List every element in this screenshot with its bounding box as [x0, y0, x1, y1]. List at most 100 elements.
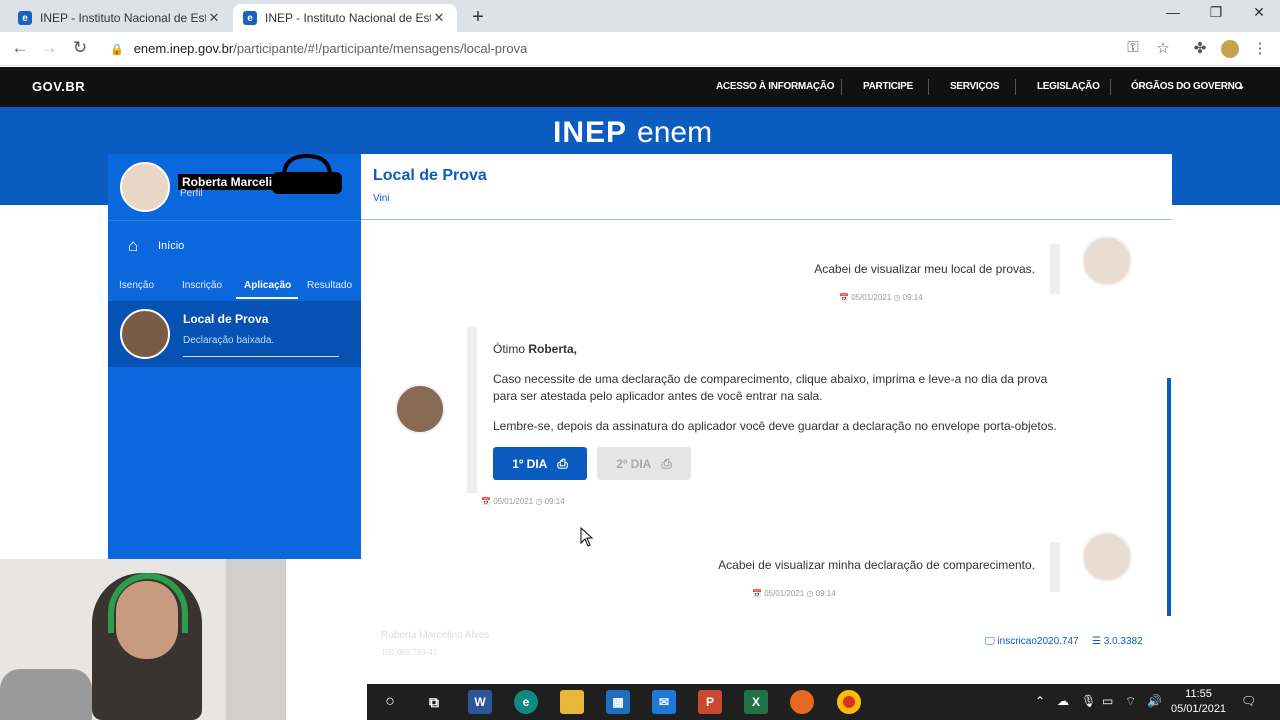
profile-avatar-icon[interactable]: [1221, 40, 1239, 58]
menu-icon[interactable]: ⋮: [1250, 39, 1270, 57]
tab-resultado[interactable]: Resultado: [307, 280, 352, 291]
gov-nav-participe[interactable]: PARTICIPE: [863, 81, 913, 92]
govbr-logo[interactable]: GOV.BR: [32, 79, 85, 94]
footer-inscricao: 🖵 inscricao2020.747: [985, 636, 1079, 647]
back-icon[interactable]: ←: [9, 38, 31, 58]
home-icon[interactable]: ⌂: [128, 236, 138, 256]
sidebar: Roberta Marcelino Alves Perfil ⌂ Início …: [108, 154, 361, 559]
item-subtitle: Declaração baixada.: [183, 335, 275, 346]
inep-logo-text: INEP: [553, 116, 628, 149]
gov-nav-divider: [841, 79, 842, 95]
user-avatar: [1082, 532, 1132, 582]
address-bar-row: ← → ↻ 🔒 enem.inep.gov.br/participante/#!/…: [0, 32, 1280, 66]
inscricao-text: inscricao2020.747: [997, 636, 1079, 647]
taskbar-clock[interactable]: 11:55 05/01/2021: [1171, 687, 1226, 717]
restore-icon[interactable]: ❐: [1201, 4, 1231, 21]
profile-avatar[interactable]: [120, 162, 170, 212]
profile-role: Perfil: [180, 188, 203, 199]
battery-icon[interactable]: ▭: [1102, 694, 1113, 708]
greeting-text: Ótimo: [493, 342, 529, 356]
assistant-avatar: [395, 384, 445, 434]
url-host: enem.inep.gov.br: [133, 41, 234, 56]
message-timestamp: 📅 05/01/2021 ◷ 09:14: [752, 589, 836, 598]
close-tab-icon[interactable]: ✕: [206, 10, 222, 26]
scrollbar[interactable]: [1167, 378, 1171, 616]
button-label: 1º DIA: [512, 456, 548, 471]
scribble-redaction: [272, 154, 342, 194]
webcam-background: [226, 559, 286, 720]
gov-nav-divider: [1110, 79, 1111, 95]
gov-nav-divider: [928, 79, 929, 95]
item-title: Local de Prova: [183, 312, 269, 326]
tab-aplicacao[interactable]: Aplicação: [244, 280, 291, 291]
volume-icon[interactable]: 🔊: [1147, 694, 1162, 708]
browser-tab[interactable]: e INEP - Instituto Nacional de Estu ✕: [8, 4, 232, 32]
task-view-icon[interactable]: ⧉: [422, 690, 446, 714]
tab-isencao[interactable]: Isenção: [119, 280, 154, 291]
notifications-icon[interactable]: 🗨: [1241, 694, 1256, 708]
url-field[interactable]: 🔒 enem.inep.gov.br/participante/#!/partic…: [110, 41, 527, 56]
tray-chevron-icon[interactable]: ⌃: [1035, 694, 1045, 708]
wifi-icon[interactable]: ⌔: [1125, 694, 1136, 709]
close-tab-icon[interactable]: ✕: [431, 10, 447, 26]
bot-paragraph: Lembre-se, depois da assinatura do aplic…: [493, 419, 1057, 433]
close-window-icon[interactable]: ✕: [1244, 4, 1274, 21]
gov-nav-legislacao[interactable]: LEGISLAÇÃO: [1037, 81, 1100, 92]
new-tab-icon[interactable]: +: [468, 6, 488, 29]
message-time: 09:14: [544, 497, 565, 506]
extensions-icon[interactable]: ✤: [1190, 39, 1210, 57]
store-icon[interactable]: ▦: [606, 690, 630, 714]
mail-icon[interactable]: ✉: [652, 690, 676, 714]
tab-title: INEP - Instituto Nacional de Estu: [40, 11, 206, 25]
file-explorer-icon[interactable]: [560, 690, 584, 714]
header-divider: [361, 219, 1172, 220]
browser-tab-active[interactable]: e INEP - Instituto Nacional de Estu ✕: [233, 4, 457, 32]
message-date: 05/01/2021: [851, 293, 892, 302]
key-icon[interactable]: ⚿: [1123, 39, 1143, 56]
greeting-name: Roberta,: [528, 342, 578, 356]
reload-icon[interactable]: ↻: [69, 38, 91, 58]
browser-tabbar: e INEP - Instituto Nacional de Estu ✕ e …: [0, 0, 1280, 32]
mouse-cursor-icon: [580, 527, 594, 547]
bot-paragraph: Caso necessite de uma declaração de comp…: [493, 372, 1048, 403]
print-day1-button[interactable]: 1º DIA ⎙: [493, 447, 587, 480]
clock-date: 05/01/2021: [1171, 703, 1227, 715]
user-message: Acabei de visualizar minha declaração de…: [718, 558, 1035, 572]
print-day2-button[interactable]: 2º DIA ⎙: [597, 447, 691, 480]
microphone-icon[interactable]: 🎙: [1081, 694, 1096, 708]
webcam-background: [0, 669, 92, 720]
gov-nav-divider: [1015, 79, 1016, 95]
star-icon[interactable]: ☆: [1153, 39, 1173, 57]
url-path: /participante/#!/participante/mensagens/…: [233, 41, 528, 56]
firefox-icon[interactable]: [790, 690, 814, 714]
tab-inscricao[interactable]: Inscrição: [182, 280, 222, 291]
gov-nav-orgaos[interactable]: ÓRGÃOS DO GOVERNO: [1131, 81, 1242, 92]
printer-icon: ⎙: [661, 455, 672, 471]
message-bubble-edge: [1050, 542, 1060, 592]
search-icon[interactable]: ○: [378, 690, 402, 714]
bot-greeting: Ótimo Roberta,: [493, 341, 1063, 358]
item-divider: [183, 356, 339, 357]
inep-favicon-icon: e: [18, 11, 32, 25]
sidebar-item-local-prova[interactable]: Local de Prova Declaração baixada.: [108, 301, 361, 367]
enem-logo-text: enem: [637, 116, 713, 149]
chevron-down-icon[interactable]: ⌄: [1237, 81, 1245, 92]
inep-enem-logo: INEP enem: [553, 116, 712, 150]
gov-nav-acesso[interactable]: ACESSO À INFORMAÇÃO: [716, 81, 835, 92]
gov-nav-servicos[interactable]: SERVIÇOS: [950, 81, 999, 92]
cloud-icon[interactable]: ☁: [1057, 694, 1069, 708]
edge-icon[interactable]: e: [514, 690, 538, 714]
user-avatar: [1082, 236, 1132, 286]
forward-icon[interactable]: →: [38, 38, 60, 58]
excel-icon[interactable]: X: [744, 690, 768, 714]
powerpoint-icon[interactable]: P: [698, 690, 722, 714]
word-icon[interactable]: W: [468, 690, 492, 714]
footer-version: ☰ 3.0.3382: [1092, 636, 1143, 647]
lock-icon: 🔒: [110, 44, 124, 56]
server-icon: ☰: [1092, 636, 1101, 647]
sidebar-item-home[interactable]: Início: [158, 240, 184, 252]
message-bubble-edge: [1050, 244, 1060, 294]
chrome-icon[interactable]: [837, 690, 861, 714]
page-subtitle: Vini: [373, 193, 390, 204]
minimize-icon[interactable]: —: [1158, 4, 1188, 20]
